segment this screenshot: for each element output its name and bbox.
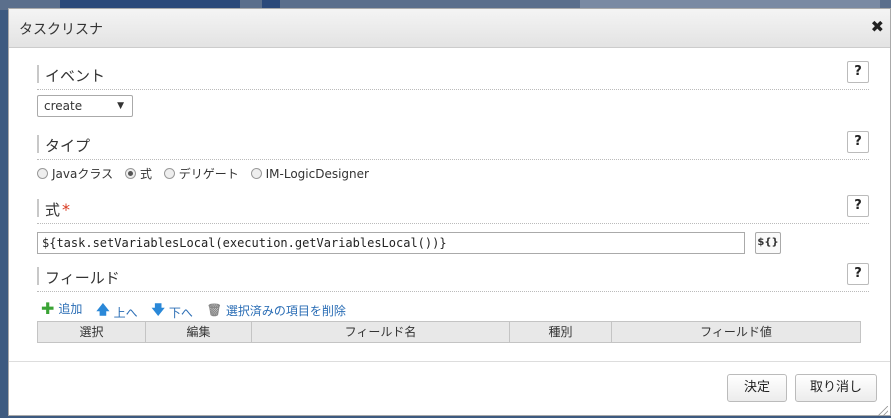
plus-icon: ✚: [41, 299, 55, 318]
section-marker: [37, 199, 39, 217]
radio-label: Javaクラス: [52, 167, 114, 181]
move-down-label: 下へ: [168, 305, 193, 320]
type-radio-group: Javaクラス 式 デリゲート IM-LogicDesigner: [37, 165, 377, 182]
type-section-header: タイプ ?: [37, 131, 869, 160]
dialog-titlebar[interactable]: タスクリスナ ✖: [9, 9, 890, 48]
section-marker: [37, 267, 39, 285]
dialog-title: タスクリスナ: [19, 22, 103, 38]
expression-label-text: 式: [45, 201, 61, 219]
radio-java-class[interactable]: Javaクラス: [37, 165, 113, 182]
radio-icon[interactable]: [250, 168, 262, 179]
expression-input[interactable]: ${task.setVariablesLocal(execution.getVa…: [37, 232, 745, 254]
radio-icon[interactable]: [37, 168, 48, 179]
fields-table-header: 選択 編集 フィールド名 種別 フィールド値: [37, 321, 861, 343]
expression-insert-button[interactable]: ${}: [755, 232, 781, 254]
dialog-footer: 決定 取り消し: [9, 361, 890, 418]
delete-selected-label: 選択済みの項目を削除: [225, 303, 346, 318]
column-header-field-value[interactable]: フィールド値: [612, 322, 860, 342]
task-listener-dialog: タスクリスナ ✖ イベント ? create ▼ タイプ ? Javaクラス 式…: [8, 8, 891, 416]
event-help-button[interactable]: ?: [847, 61, 869, 83]
move-up-button[interactable]: 🡅 上へ: [96, 301, 137, 323]
arrow-down-icon: 🡇: [151, 303, 165, 318]
column-header-select[interactable]: 選択: [38, 322, 146, 342]
trash-icon: 🗑: [206, 303, 222, 317]
event-select[interactable]: create ▼: [37, 95, 133, 117]
radio-label: デリゲート: [178, 167, 239, 181]
dropdown-arrow-icon: ▼: [117, 101, 124, 111]
add-label: 追加: [58, 302, 83, 316]
resize-handle-icon[interactable]: [878, 406, 888, 416]
move-down-button[interactable]: 🡇 下へ: [151, 301, 192, 323]
expression-section-header: 式 * ?: [37, 195, 869, 224]
expression-section-label: 式 *: [45, 199, 70, 220]
fields-toolbar: ✚ 追加 🡅 上へ 🡇 下へ 🗑 選択済みの項目を削除: [41, 299, 356, 323]
type-help-button[interactable]: ?: [847, 131, 869, 153]
close-icon[interactable]: ✖: [871, 17, 884, 36]
radio-label: IM-LogicDesigner: [265, 166, 369, 181]
cancel-button[interactable]: 取り消し: [795, 374, 877, 402]
fields-section-label: フィールド: [45, 269, 120, 287]
fields-help-button[interactable]: ?: [847, 263, 869, 285]
column-header-field-name[interactable]: フィールド名: [252, 322, 510, 342]
delete-selected-button[interactable]: 🗑 選択済みの項目を削除: [207, 302, 346, 319]
radio-delegate[interactable]: デリゲート: [163, 165, 239, 182]
add-button[interactable]: ✚ 追加: [41, 299, 82, 318]
column-header-edit[interactable]: 編集: [146, 322, 252, 342]
expression-help-button[interactable]: ?: [847, 195, 869, 217]
event-select-value: create: [44, 99, 83, 113]
ok-button[interactable]: 決定: [727, 374, 787, 402]
radio-logic-designer[interactable]: IM-LogicDesigner: [250, 166, 369, 181]
fields-section-header: フィールド ?: [37, 263, 869, 292]
event-section-header: イベント ?: [37, 61, 869, 90]
radio-selected-icon[interactable]: [124, 168, 136, 179]
radio-label: 式: [139, 167, 152, 181]
arrow-up-icon: 🡅: [96, 303, 110, 318]
radio-icon[interactable]: [163, 168, 175, 179]
move-up-label: 上へ: [113, 305, 138, 320]
required-mark: *: [62, 200, 71, 219]
event-section-label: イベント: [45, 67, 106, 85]
radio-expression[interactable]: 式: [124, 165, 152, 182]
column-header-type[interactable]: 種別: [510, 322, 612, 342]
type-section-label: タイプ: [45, 137, 91, 155]
section-marker: [37, 65, 39, 83]
section-marker: [37, 135, 39, 153]
